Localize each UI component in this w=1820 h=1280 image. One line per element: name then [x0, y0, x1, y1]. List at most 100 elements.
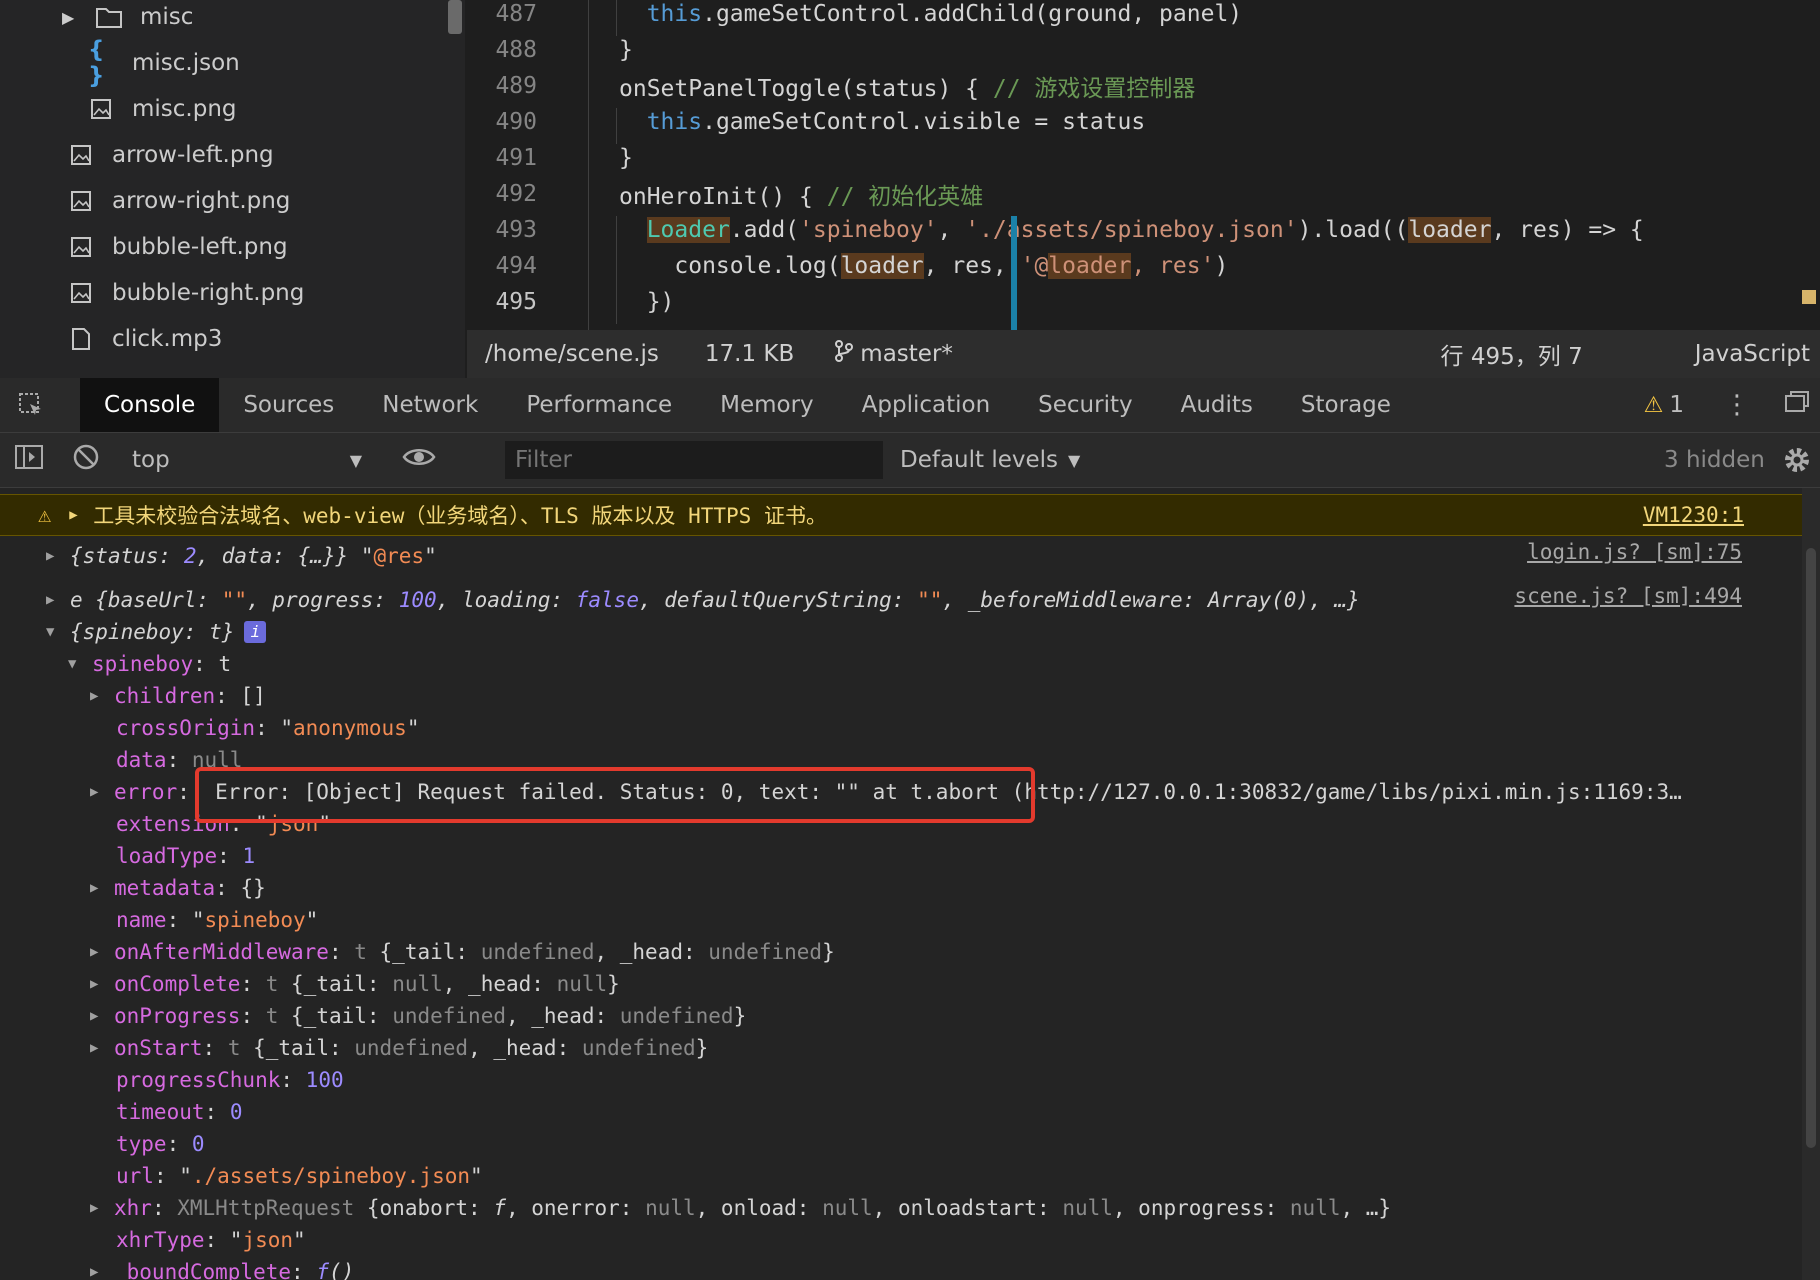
tree-item-bubble-left[interactable]: bubble-left.png — [0, 224, 465, 270]
code-token: onHeroInit() { — [619, 184, 827, 210]
expand-triangle-icon[interactable]: ▶ — [90, 944, 114, 960]
tree-item-arrow-right[interactable]: arrow-right.png — [0, 178, 465, 224]
expand-triangle-icon[interactable]: ▶ — [90, 880, 114, 896]
object-property-row[interactable]: ▶ xhr: XMLHttpRequest {onabort: f, onerro… — [90, 1192, 1391, 1224]
console-scrollbar[interactable] — [1802, 488, 1820, 1280]
console-output[interactable]: ⚠ ▶ 工具未校验合法域名、web-view（业务域名）、TLS 版本以及 HT… — [0, 488, 1820, 1280]
object-property-row[interactable]: ▶ onProgress: t {_tail: undefined, _head:… — [90, 1000, 746, 1032]
undock-icon[interactable] — [1784, 390, 1810, 420]
error-stack: (http://127.0.0.1:30832/game/libs/pixi.m… — [999, 780, 1682, 804]
inspect-element-icon[interactable] — [0, 391, 62, 419]
object-property-row[interactable]: ▶ metadata: {} — [90, 872, 266, 904]
warning-counter[interactable]: ⚠ 1 — [1644, 392, 1684, 418]
filter-input[interactable] — [505, 441, 883, 479]
image-file-icon — [68, 142, 94, 168]
object-property-row[interactable]: ▶ children: [] — [90, 680, 266, 712]
collapse-triangle-icon[interactable]: ▼ — [68, 656, 92, 672]
object-property-row: name: " spineboy " — [116, 908, 319, 932]
tree-item-label: bubble-left.png — [112, 234, 288, 260]
object-property-row[interactable]: ▶ onStart: t {_tail: undefined, _head: un… — [90, 1032, 708, 1064]
code-token: , res, — [923, 253, 1021, 279]
file-path[interactable]: /home/scene.js — [485, 341, 659, 367]
code-text: } — [567, 145, 633, 171]
console-log-row[interactable]: ▶ {status: 2, data: {…}} " @res " — [46, 540, 1746, 572]
cursor-position[interactable]: 行 495，列 7 — [1441, 337, 1583, 371]
code-token: Loader — [646, 217, 730, 243]
code-line[interactable]: 489 onSetPanelToggle(status) { // 游戏设置控制器 — [467, 68, 1820, 104]
object-property-row[interactable]: ▼ spineboy: t — [68, 648, 231, 680]
expand-triangle-icon[interactable]: ▶ — [46, 592, 70, 608]
scrollbar-thumb[interactable] — [1806, 548, 1816, 1148]
tree-item-arrow-left[interactable]: arrow-left.png — [0, 132, 465, 178]
code-token: onSetPanelToggle(status) { — [619, 76, 993, 102]
clear-console-icon[interactable] — [72, 443, 100, 477]
info-icon[interactable]: i — [244, 621, 267, 643]
code-token: ) — [1214, 253, 1229, 279]
tab-audits[interactable]: Audits — [1157, 378, 1277, 432]
git-branch[interactable]: master* — [834, 340, 953, 368]
object-property-row[interactable]: ▶ onAfterMiddleware: t {_tail: undefined,… — [90, 936, 835, 968]
tree-item-label: arrow-right.png — [112, 188, 291, 214]
expand-triangle-icon[interactable]: ▶ — [90, 688, 114, 704]
console-warning-message[interactable]: ⚠ ▶ 工具未校验合法域名、web-view（业务域名）、TLS 版本以及 HT… — [0, 494, 1802, 536]
code-token: , — [937, 217, 966, 243]
settings-gear-icon[interactable] — [1782, 445, 1812, 481]
code-text: this.gameSetControl.addChild(ground, pan… — [567, 1, 1242, 27]
file-size: 17.1 KB — [704, 341, 795, 367]
tree-item-misc[interactable]: ▶ misc — [0, 0, 465, 40]
tree-item-click-mp3[interactable]: click.mp3 — [0, 316, 465, 362]
tab-storage[interactable]: Storage — [1277, 378, 1415, 432]
expand-triangle-icon[interactable]: ▶ — [90, 1264, 114, 1280]
tree-item-bubble-right[interactable]: bubble-right.png — [0, 270, 465, 316]
code-line[interactable]: 492 onHeroInit() { // 初始化英雄 — [467, 176, 1820, 212]
tab-performance[interactable]: Performance — [502, 378, 696, 432]
expand-triangle-icon[interactable]: ▶ — [90, 976, 114, 992]
console-log-row[interactable]: ▶ e {baseUrl: "", progress: 100, loading:… — [46, 584, 1746, 616]
code-line[interactable]: 487 this.gameSetControl.addChild(ground,… — [467, 0, 1820, 32]
tree-item-misc-json[interactable]: { } misc.json U — [0, 37, 465, 89]
code-line[interactable]: 493 Loader.add('spineboy', './assets/spi… — [467, 212, 1820, 248]
eye-icon[interactable] — [402, 446, 436, 474]
warning-source-link[interactable]: VM1230:1 — [1643, 503, 1744, 527]
tree-item-label: misc.png — [132, 96, 237, 122]
code-text: onHeroInit() { // 初始化英雄 — [567, 177, 983, 211]
explorer-scrollbar[interactable] — [448, 0, 462, 34]
expand-triangle-icon[interactable]: ▶ — [90, 784, 114, 800]
code-line[interactable]: 490 this.gameSetControl.visible = status — [467, 104, 1820, 140]
tab-security[interactable]: Security — [1014, 378, 1156, 432]
expand-triangle-icon[interactable]: ▶ — [46, 548, 70, 564]
code-text: } — [567, 37, 633, 63]
tab-network[interactable]: Network — [358, 378, 502, 432]
expand-triangle-icon[interactable]: ▶ — [69, 507, 93, 523]
log-source-link[interactable]: scene.js? [sm]:494 — [1514, 584, 1742, 608]
chevron-right-icon[interactable]: ▶ — [62, 8, 82, 27]
code-text: this.gameSetControl.visible = status — [567, 109, 1146, 135]
tree-item-misc-png[interactable]: misc.png U — [0, 86, 465, 132]
tab-application[interactable]: Application — [838, 378, 1015, 432]
code-line[interactable]: 488} — [467, 32, 1820, 68]
code-editor[interactable]: 487 this.gameSetControl.addChild(ground,… — [467, 0, 1820, 330]
log-source-link[interactable]: login.js? [sm]:75 — [1527, 540, 1742, 564]
code-token: console.log( — [619, 253, 841, 279]
more-options-icon[interactable]: ⋮ — [1724, 390, 1750, 420]
object-property-row[interactable]: ▶ onComplete: t {_tail: null, _head: null… — [90, 968, 620, 1000]
code-line[interactable]: 494 console.log(loader, res, '@loader, r… — [467, 248, 1820, 284]
expand-triangle-icon[interactable]: ▶ — [90, 1200, 114, 1216]
tab-memory[interactable]: Memory — [696, 378, 838, 432]
code-line[interactable]: 491} — [467, 140, 1820, 176]
console-toolbar: top ▼ Default levels ▼ 3 hidden — [0, 433, 1820, 488]
sidebar-toggle-icon[interactable] — [14, 444, 44, 476]
object-property-row[interactable]: ▶ _boundComplete: f () — [90, 1256, 354, 1280]
object-root-row[interactable]: ▼ {spineboy: t} i — [46, 616, 267, 648]
collapse-triangle-icon[interactable]: ▼ — [46, 624, 70, 640]
tab-sources[interactable]: Sources — [219, 378, 358, 432]
code-line[interactable]: 495 }) — [467, 284, 1820, 320]
log-levels-dropdown[interactable]: Default levels ▼ — [900, 447, 1080, 473]
language-mode[interactable]: JavaScript — [1695, 341, 1810, 367]
expand-triangle-icon[interactable]: ▶ — [90, 1008, 114, 1024]
expand-triangle-icon[interactable]: ▶ — [90, 1040, 114, 1056]
line-number: 492 — [495, 181, 537, 207]
context-selector[interactable]: top ▼ — [132, 447, 362, 473]
code-token: 'spineboy' — [799, 217, 938, 243]
tab-console[interactable]: Console — [80, 378, 220, 432]
